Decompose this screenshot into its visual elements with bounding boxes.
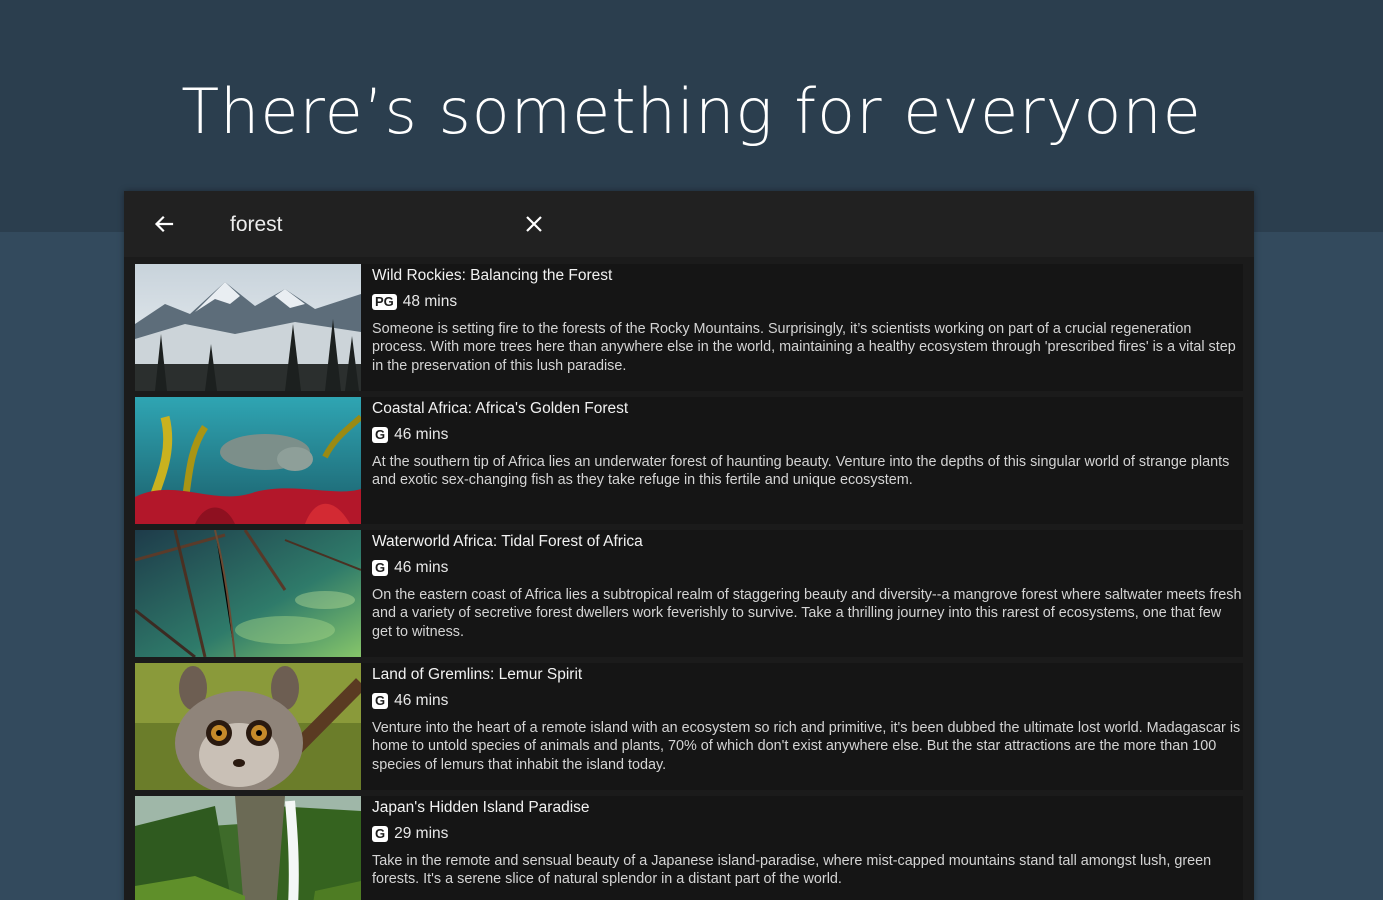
result-item[interactable]: Coastal Africa: Africa's Golden Forest G… — [135, 397, 1243, 524]
result-meta: PG 48 mins — [372, 292, 457, 312]
result-description: At the southern tip of Africa lies an un… — [372, 454, 1230, 489]
result-title: Land of Gremlins: Lemur Spirit — [372, 666, 583, 683]
result-meta: G 46 mins — [372, 558, 448, 578]
result-duration: 46 mins — [394, 559, 449, 576]
rating-badge: G — [372, 560, 389, 576]
result-meta: G 46 mins — [372, 691, 448, 711]
result-thumbnail — [135, 663, 361, 790]
result-thumbnail — [135, 796, 361, 900]
back-button[interactable] — [150, 210, 178, 238]
rating-badge: G — [372, 693, 389, 709]
result-item[interactable]: Wild Rockies: Balancing the Forest PG 48… — [135, 264, 1243, 391]
result-item[interactable]: Land of Gremlins: Lemur Spirit G 46 mins… — [135, 663, 1243, 790]
rating-badge: G — [372, 427, 389, 443]
results-list: Wild Rockies: Balancing the Forest PG 48… — [135, 264, 1243, 900]
rating-badge: PG — [372, 294, 397, 310]
result-duration: 46 mins — [394, 426, 449, 443]
search-input[interactable] — [230, 210, 500, 240]
clear-search-button[interactable] — [522, 212, 546, 236]
result-description: On the eastern coast of Africa lies a su… — [372, 587, 1242, 640]
rating-badge: G — [372, 826, 389, 842]
result-title: Wild Rockies: Balancing the Forest — [372, 267, 613, 284]
result-duration: 48 mins — [402, 293, 458, 310]
result-thumbnail — [135, 264, 361, 391]
result-duration: 46 mins — [394, 692, 449, 709]
close-icon — [526, 216, 542, 232]
result-title: Coastal Africa: Africa's Golden Forest — [372, 400, 629, 417]
search-bar — [124, 191, 1254, 257]
headline: There’s something for everyone — [181, 75, 1202, 148]
result-title: Japan's Hidden Island Paradise — [372, 799, 590, 816]
result-meta: G 29 mins — [372, 824, 448, 844]
arrow-left-icon — [154, 215, 174, 233]
app-window: Wild Rockies: Balancing the Forest PG 48… — [124, 191, 1254, 900]
result-description: Take in the remote and sensual beauty of… — [372, 853, 1212, 888]
result-item[interactable]: Waterworld Africa: Tidal Forest of Afric… — [135, 530, 1243, 657]
result-title: Waterworld Africa: Tidal Forest of Afric… — [372, 533, 643, 550]
result-item[interactable]: Japan's Hidden Island Paradise G 29 mins… — [135, 796, 1243, 900]
result-duration: 29 mins — [394, 825, 449, 842]
result-meta: G 46 mins — [372, 425, 448, 445]
result-description: Someone is setting fire to the forests o… — [372, 321, 1236, 374]
result-thumbnail — [135, 530, 361, 657]
result-description: Venture into the heart of a remote islan… — [372, 720, 1241, 773]
result-thumbnail — [135, 397, 361, 524]
